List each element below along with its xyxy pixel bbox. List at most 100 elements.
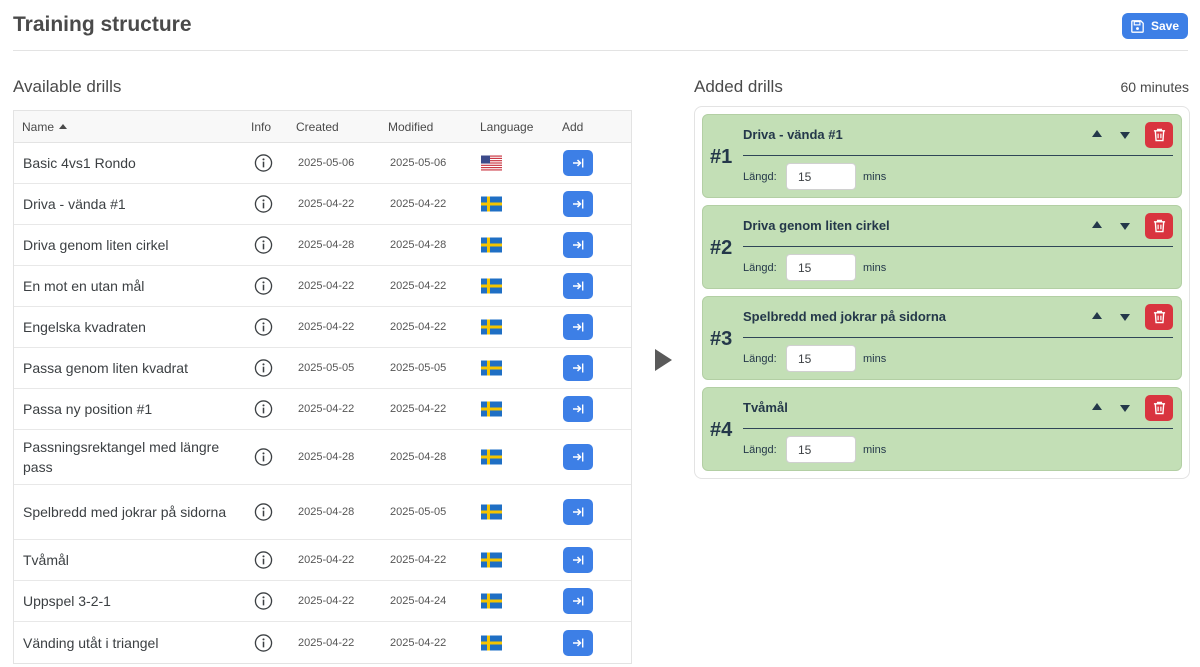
drill-name: Uppspel 3-2-1	[23, 593, 111, 609]
add-arrow-icon	[572, 157, 584, 169]
length-input[interactable]	[786, 436, 856, 463]
add-drill-button[interactable]	[563, 444, 593, 470]
divider	[743, 337, 1173, 338]
table-body: Basic 4vs1 Rondo 2025-05-06 2025-05-06 Driv…	[14, 143, 631, 663]
add-arrow-icon	[572, 554, 584, 566]
created-date: 2025-04-22	[298, 403, 355, 415]
info-icon[interactable]	[254, 592, 273, 611]
move-up-icon[interactable]	[1092, 403, 1102, 410]
add-drill-button[interactable]	[563, 232, 593, 258]
move-down-icon[interactable]	[1120, 132, 1130, 139]
save-button[interactable]: Save	[1122, 13, 1188, 39]
add-drill-button[interactable]	[563, 588, 593, 614]
modified-date: 2025-04-22	[390, 198, 447, 210]
delete-drill-button[interactable]	[1145, 122, 1173, 148]
drill-name: Vänding utåt i triangel	[23, 634, 159, 651]
info-icon[interactable]	[254, 633, 273, 652]
drill-name: Engelska kvadraten	[23, 319, 146, 335]
info-icon[interactable]	[254, 503, 273, 522]
delete-drill-button[interactable]	[1145, 395, 1173, 421]
add-arrow-icon	[572, 506, 584, 518]
drill-name: En mot en utan mål	[23, 278, 145, 294]
add-drill-button[interactable]	[563, 150, 593, 176]
modified-date: 2025-05-05	[390, 506, 447, 518]
page-header: Training structure Save	[13, 0, 1188, 51]
add-drill-button[interactable]	[563, 547, 593, 573]
table-row: Driva - vända #1 2025-04-22 2025-04-22	[14, 184, 631, 225]
se-flag-icon	[481, 196, 502, 212]
delete-drill-button[interactable]	[1145, 304, 1173, 330]
info-icon[interactable]	[254, 400, 273, 419]
sort-asc-icon	[59, 124, 68, 129]
info-icon[interactable]	[254, 318, 273, 337]
drill-order-number: #3	[710, 328, 733, 350]
drill-name: Spelbredd med jokrar på sidorna	[23, 504, 227, 520]
add-drill-button[interactable]	[563, 355, 593, 381]
drill-order-number: #4	[710, 419, 733, 441]
added-drill-card: #1 Driva - vända #1 Längd: mins	[702, 114, 1182, 198]
se-flag-icon	[481, 360, 502, 376]
add-drill-button[interactable]	[563, 191, 593, 217]
move-down-icon[interactable]	[1120, 405, 1130, 412]
column-header-created: Created	[296, 120, 339, 134]
move-up-icon[interactable]	[1092, 130, 1102, 137]
drill-name: Passa genom liten kvadrat	[23, 360, 188, 376]
info-icon[interactable]	[254, 154, 273, 173]
added-drills-list: #1 Driva - vända #1 Längd: mins #2 Driva geno…	[702, 114, 1182, 471]
add-arrow-icon	[572, 239, 584, 251]
add-drill-button[interactable]	[563, 273, 593, 299]
modified-date: 2025-04-24	[390, 595, 447, 607]
modified-date: 2025-04-22	[390, 636, 447, 649]
info-icon[interactable]	[254, 195, 273, 214]
info-icon[interactable]	[254, 359, 273, 378]
length-input[interactable]	[786, 254, 856, 281]
created-date: 2025-04-22	[298, 636, 355, 649]
available-drills-table: Name Info Created Modified Language Add …	[13, 110, 632, 664]
table-row: Spelbredd med jokrar på sidorna 2025-04-2…	[14, 485, 631, 540]
add-drill-button[interactable]	[563, 629, 593, 656]
length-unit: mins	[863, 353, 887, 365]
created-date: 2025-04-28	[298, 506, 355, 518]
column-header-info: Info	[251, 120, 272, 134]
add-arrow-icon	[572, 280, 584, 292]
added-drills-panel: #1 Driva - vända #1 Längd: mins #2 Driva geno…	[694, 106, 1190, 479]
add-drill-button[interactable]	[563, 499, 593, 525]
add-drill-button[interactable]	[563, 314, 593, 340]
drill-name: Driva - vända #1	[23, 196, 126, 212]
move-up-icon[interactable]	[1092, 221, 1102, 228]
created-date: 2025-04-22	[298, 198, 355, 210]
table-row: Passa ny position #1 2025-04-22 2025-04-22	[14, 389, 631, 430]
length-unit: mins	[863, 444, 887, 456]
info-icon[interactable]	[254, 236, 273, 255]
info-icon[interactable]	[254, 551, 273, 570]
length-input[interactable]	[786, 163, 856, 190]
add-drill-button[interactable]	[563, 396, 593, 422]
move-up-icon[interactable]	[1092, 312, 1102, 319]
column-header-name[interactable]: Name	[22, 120, 68, 134]
added-drill-card: #3 Spelbredd med jokrar på sidorna Längd: m…	[702, 296, 1182, 380]
add-arrow-icon	[572, 403, 584, 415]
info-icon[interactable]	[254, 448, 273, 467]
added-drill-name: Driva - vända #1	[743, 127, 843, 142]
drill-name: Tvåmål	[23, 552, 69, 568]
drill-order-number: #1	[710, 146, 733, 168]
column-header-add: Add	[562, 120, 584, 134]
table-row: Vänding utåt i triangel 2025-04-22 2025-04…	[14, 622, 631, 663]
se-flag-icon	[481, 401, 502, 417]
table-header: Name Info Created Modified Language Add	[14, 111, 631, 143]
length-input[interactable]	[786, 345, 856, 372]
drill-name: Driva genom liten cirkel	[23, 237, 169, 253]
created-date: 2025-04-22	[298, 321, 355, 333]
delete-drill-button[interactable]	[1145, 213, 1173, 239]
add-arrow-icon	[572, 198, 584, 210]
save-label: Save	[1150, 19, 1180, 33]
table-row: Passningsrektangel med längre pass 2025-0…	[14, 430, 631, 485]
trash-icon	[1153, 310, 1166, 324]
modified-date: 2025-04-28	[390, 239, 447, 251]
available-drills-title: Available drills	[13, 77, 122, 96]
added-drill-name: Driva genom liten cirkel	[743, 218, 890, 233]
table-row: Driva genom liten cirkel 2025-04-28 2025-0…	[14, 225, 631, 266]
info-icon[interactable]	[254, 277, 273, 296]
move-down-icon[interactable]	[1120, 314, 1130, 321]
move-down-icon[interactable]	[1120, 223, 1130, 230]
